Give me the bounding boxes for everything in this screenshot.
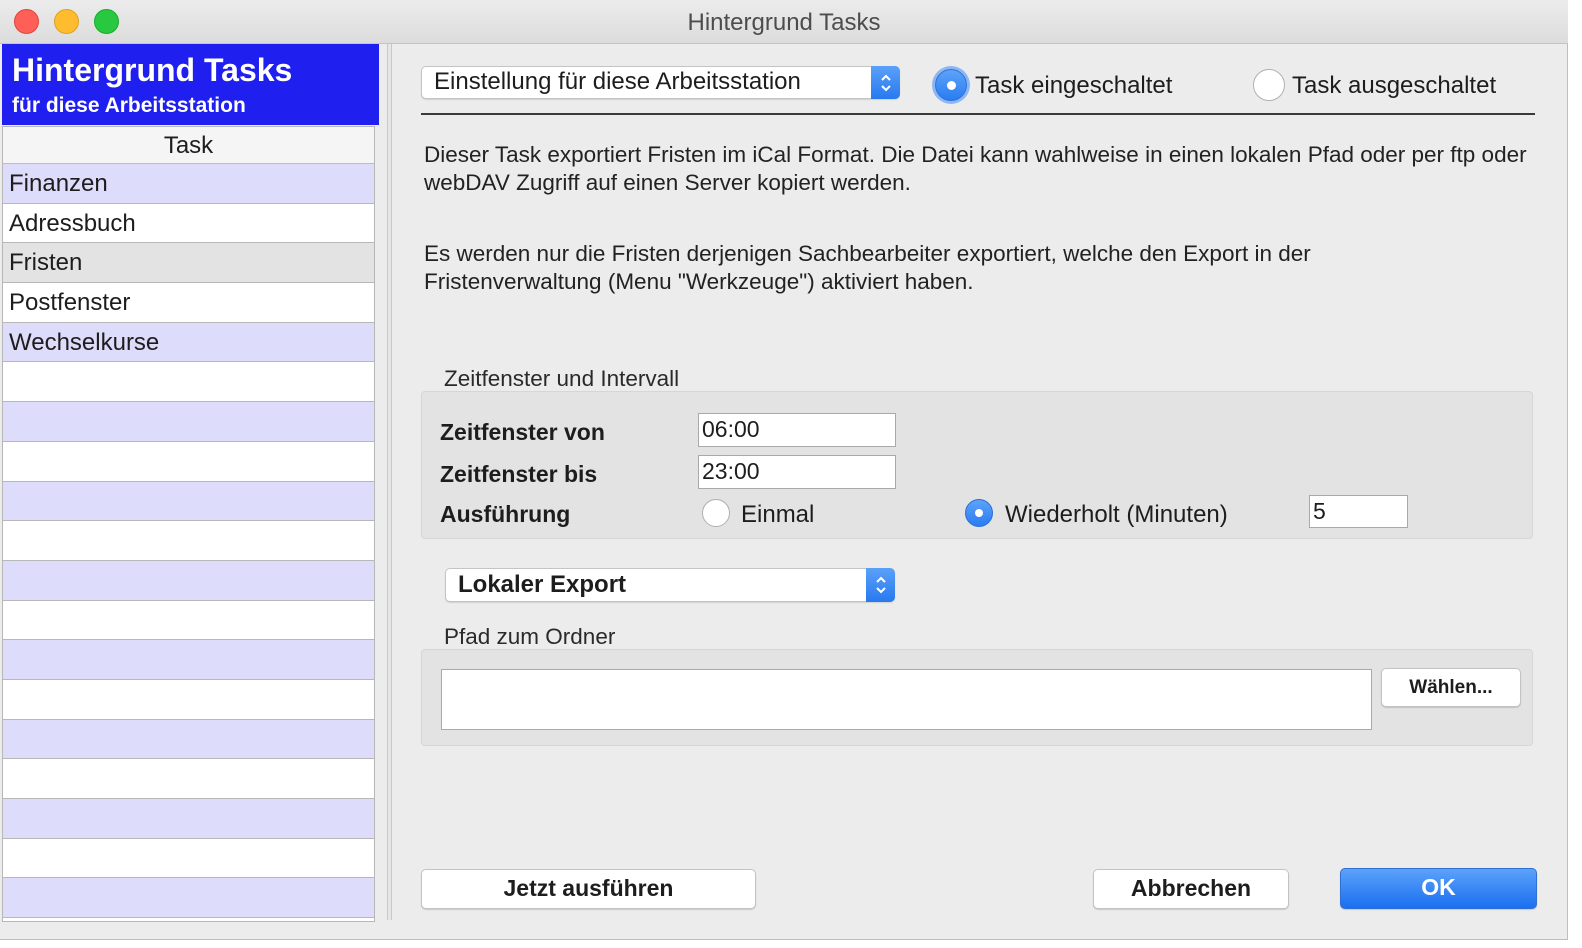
task-list-row[interactable]: Wechselkurse (3, 322, 374, 363)
path-group-title: Pfad zum Ordner (444, 624, 616, 649)
dialog-window: Hintergrund Tasks Hintergrund Tasks für … (0, 0, 1568, 940)
task-column-header[interactable]: Task (3, 127, 374, 164)
repeat-label[interactable]: Wiederholt (Minuten) (1005, 501, 1228, 529)
timewindow-group-title: Zeitfenster und Intervall (444, 366, 680, 391)
chevron-updown-icon (866, 568, 895, 602)
task-list-row[interactable] (3, 441, 374, 482)
window-title: Hintergrund Tasks (687, 9, 881, 36)
ok-button[interactable]: OK (1340, 868, 1537, 909)
sidebar-title: Hintergrund Tasks (12, 52, 293, 88)
sidebar-header: Hintergrund Tasks für diese Arbeitsstati… (2, 44, 379, 125)
once-radio[interactable] (702, 499, 730, 527)
to-label: Zeitfenster bis (440, 461, 598, 487)
from-time-field[interactable]: 06:00 (698, 413, 896, 447)
task-off-radio[interactable] (1253, 69, 1285, 101)
title-bar: Hintergrund Tasks (0, 0, 1568, 44)
interval-minutes-field[interactable]: 5 (1309, 495, 1408, 528)
task-note: Es werden nur die Fristen derjenigen Sac… (424, 241, 1311, 294)
task-list-row[interactable] (3, 362, 374, 403)
task-list-row[interactable] (3, 640, 374, 680)
task-list-row[interactable] (3, 679, 374, 720)
task-list-row[interactable] (3, 600, 374, 641)
from-label: Zeitfenster von (440, 419, 605, 445)
task-list-row[interactable] (3, 799, 374, 839)
task-description: Dieser Task exportiert Fristen im iCal F… (424, 142, 1527, 195)
export-type-select[interactable]: Lokaler Export (445, 568, 895, 602)
header-divider (421, 113, 1535, 115)
scope-select-value: Einstellung für diese Arbeitsstation (434, 68, 801, 95)
split-view-divider[interactable] (387, 44, 392, 920)
task-list-row[interactable]: Adressbuch (3, 203, 374, 244)
task-list-row[interactable] (3, 719, 374, 760)
repeat-radio[interactable] (965, 499, 993, 527)
scope-select[interactable]: Einstellung für diese Arbeitsstation (421, 66, 900, 99)
task-list-row[interactable]: Finanzen (3, 164, 374, 204)
folder-path-field[interactable] (441, 669, 1372, 730)
task-on-radio[interactable] (935, 69, 967, 101)
export-type-value: Lokaler Export (458, 571, 627, 598)
task-off-label[interactable]: Task ausgeschaltet (1292, 72, 1496, 100)
task-list-row[interactable]: Fristen (3, 243, 374, 284)
task-list-row[interactable] (3, 838, 374, 879)
task-list-row[interactable] (3, 759, 374, 799)
once-label[interactable]: Einmal (741, 501, 814, 529)
execution-label: Ausführung (440, 501, 571, 527)
cancel-button[interactable]: Abbrechen (1093, 869, 1289, 909)
choose-folder-button[interactable]: Wählen... (1381, 668, 1521, 707)
task-list-row[interactable] (3, 402, 374, 442)
run-now-button[interactable]: Jetzt ausführen (421, 869, 756, 909)
task-list-row[interactable] (3, 481, 374, 522)
to-time-field[interactable]: 23:00 (698, 455, 896, 489)
task-list[interactable]: Task Finanzen Adressbuch Fristen Postfenste… (2, 126, 375, 922)
sidebar-subtitle: für diese Arbeitsstation (12, 94, 246, 117)
task-list-row[interactable]: Postfenster (3, 283, 374, 323)
task-on-label[interactable]: Task eingeschaltet (975, 72, 1172, 100)
chevron-updown-icon (871, 66, 900, 99)
task-list-row[interactable] (3, 878, 374, 919)
task-list-row[interactable] (3, 521, 374, 561)
task-list-row[interactable] (3, 560, 374, 601)
